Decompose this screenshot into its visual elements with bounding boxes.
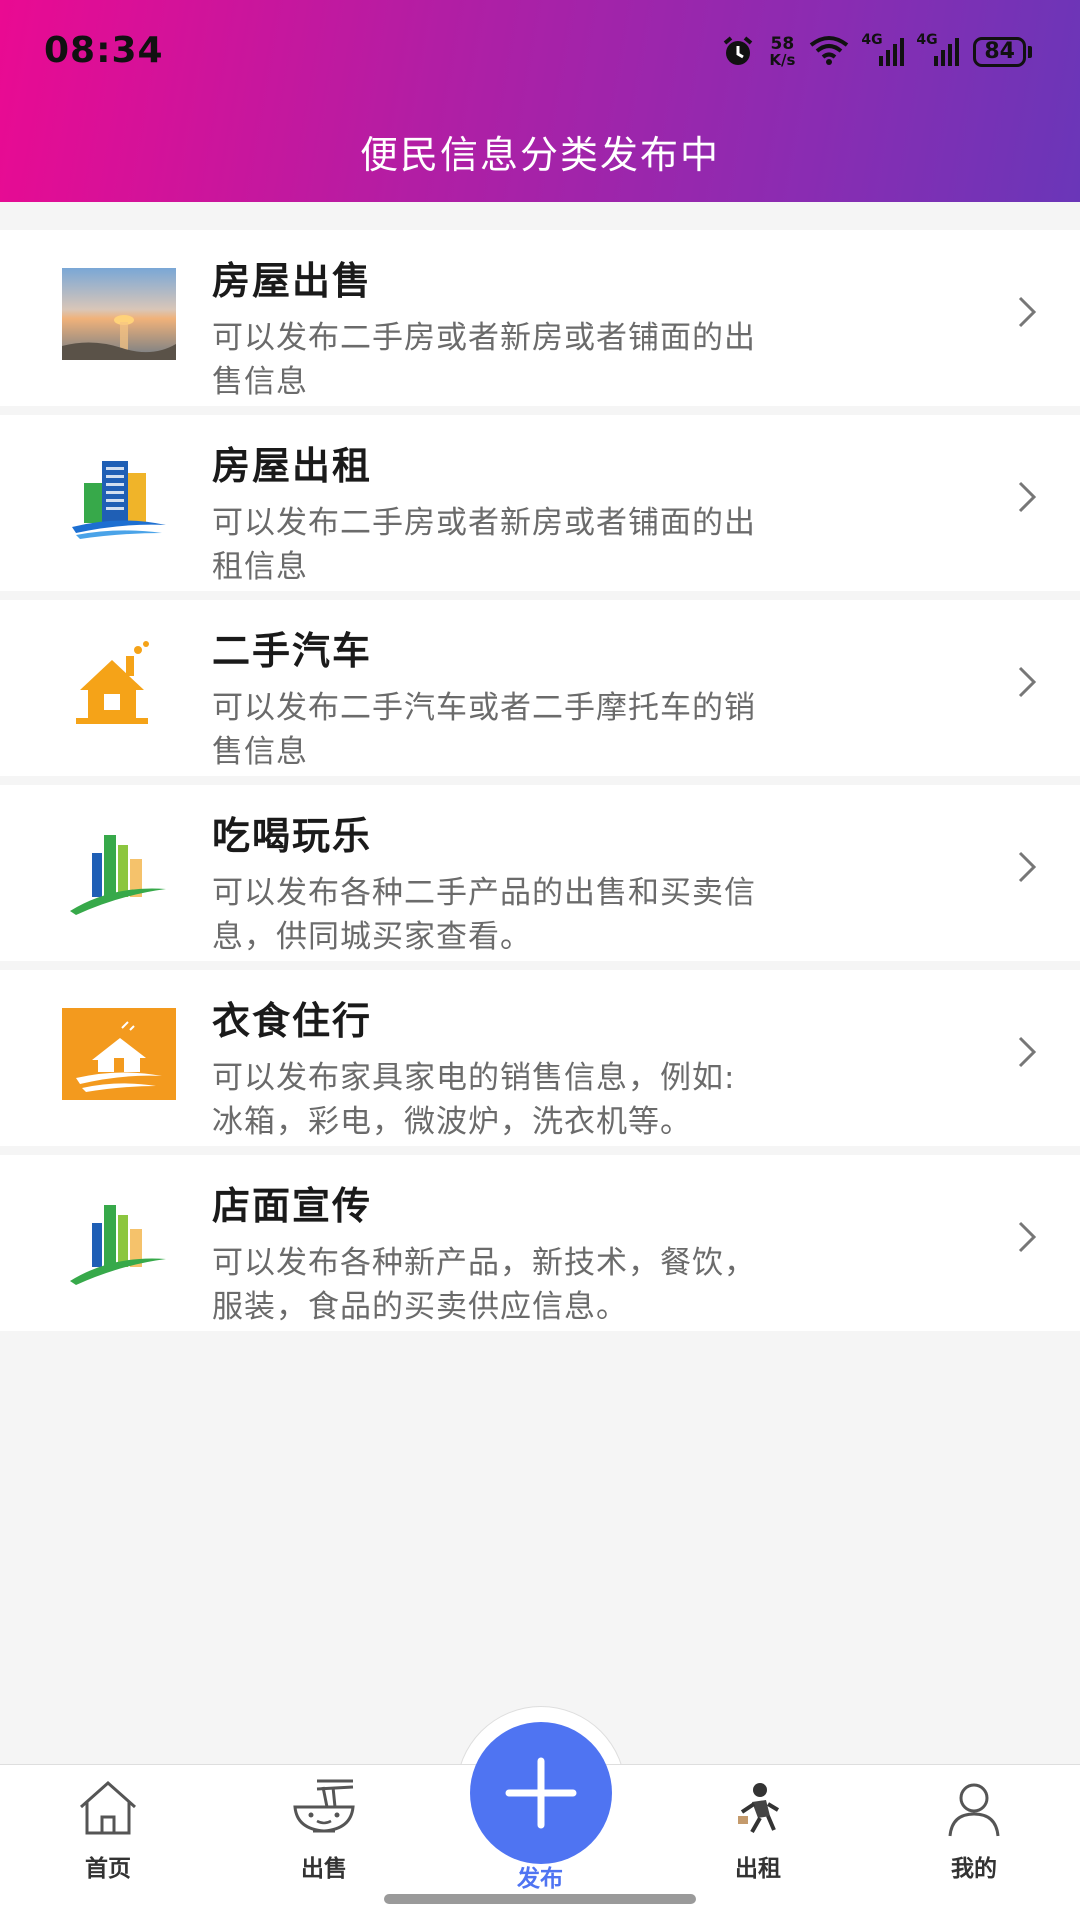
noodle-bowl-icon — [289, 1775, 359, 1841]
chevron-right-icon — [1018, 851, 1037, 883]
bar-logo-icon — [62, 1193, 176, 1285]
category-description-line: 售信息 — [212, 734, 308, 770]
category-title: 二手汽车 — [212, 629, 373, 673]
bar-logo-icon — [62, 823, 176, 915]
cell-signal-2-label: 4G — [916, 32, 938, 48]
status-time: 08:34 — [44, 30, 164, 71]
battery-icon: 84 — [973, 37, 1032, 67]
category-description: 可以发布各种新产品，新技术，餐饮， 服装，食品的买卖供应信息。 — [212, 1241, 912, 1329]
page: 08:34 58 K/s 4G 4G 84 便民信息分类发布中 房屋出售 可以发… — [0, 0, 1080, 1920]
category-description-line: 租信息 — [212, 549, 308, 585]
cell-signal-2: 4G — [916, 32, 960, 66]
chevron-right-icon — [1018, 666, 1037, 698]
nav-publish-label: 发布 — [517, 1866, 563, 1892]
house-icon — [62, 638, 176, 730]
buildings-icon — [62, 453, 176, 545]
category-item-house-sale[interactable]: 房屋出售 可以发布二手房或者新房或者铺面的出 售信息 — [0, 230, 1080, 406]
category-title: 房屋出租 — [212, 444, 373, 488]
status-icons: 58 K/s 4G 4G 84 — [721, 32, 1032, 72]
home-icon — [73, 1775, 143, 1841]
nav-sell[interactable]: 出售 — [254, 1775, 394, 1895]
publish-button[interactable] — [470, 1722, 612, 1864]
category-description-line: 服装，食品的买卖供应信息。 — [212, 1289, 628, 1325]
category-description: 可以发布二手房或者新房或者铺面的出 售信息 — [212, 316, 912, 404]
category-title: 吃喝玩乐 — [212, 814, 373, 858]
category-description: 可以发布二手汽车或者二手摩托车的销 售信息 — [212, 686, 912, 774]
category-description-line: 冰箱，彩电，微波炉，洗衣机等。 — [212, 1104, 692, 1140]
category-description-line: 可以发布各种新产品，新技术，餐饮， — [212, 1245, 756, 1281]
nav-rent-label: 出租 — [735, 1856, 781, 1882]
category-title: 房屋出售 — [212, 259, 373, 303]
category-description: 可以发布各种二手产品的出售和买卖信 息，供同城买家查看。 — [212, 871, 912, 959]
category-item-used-cars[interactable]: 二手汽车 可以发布二手汽车或者二手摩托车的销 售信息 — [0, 600, 1080, 776]
home-indicator[interactable] — [384, 1894, 696, 1904]
plus-icon — [505, 1757, 577, 1829]
category-description-line: 可以发布各种二手产品的出售和买卖信 — [212, 875, 756, 911]
category-title: 衣食住行 — [212, 999, 373, 1043]
category-item-house-rent[interactable]: 房屋出租 可以发布二手房或者新房或者铺面的出 租信息 — [0, 415, 1080, 591]
cell-signal-1: 4G — [861, 32, 905, 66]
category-item-entertainment[interactable]: 吃喝玩乐 可以发布各种二手产品的出售和买卖信 息，供同城买家查看。 — [0, 785, 1080, 961]
chevron-right-icon — [1018, 1221, 1037, 1253]
sunset-photo-icon — [62, 268, 176, 360]
category-description-line: 息，供同城买家查看。 — [212, 919, 532, 955]
category-item-daily-life[interactable]: 衣食住行 可以发布家具家电的销售信息，例如: 冰箱，彩电，微波炉，洗衣机等。 — [0, 970, 1080, 1146]
page-title: 便民信息分类发布中 — [359, 133, 720, 177]
orange-house-icon — [62, 1008, 176, 1100]
cell-signal-1-label: 4G — [861, 32, 883, 48]
category-description-line: 可以发布家具家电的销售信息，例如: — [212, 1060, 736, 1096]
category-item-store-promo[interactable]: 店面宣传 可以发布各种新产品，新技术，餐饮， 服装，食品的买卖供应信息。 — [0, 1155, 1080, 1331]
status-bar: 08:34 58 K/s 4G 4G 84 — [0, 0, 1080, 104]
nav-sell-label: 出售 — [301, 1856, 347, 1882]
battery-level: 84 — [973, 37, 1026, 67]
nav-mine[interactable]: 我的 — [904, 1775, 1044, 1895]
nav-rent[interactable]: 出租 — [688, 1775, 828, 1895]
nav-mine-label: 我的 — [951, 1856, 997, 1882]
alarm-icon — [721, 35, 755, 69]
net-speed: 58 K/s — [769, 36, 795, 68]
nav-home[interactable]: 首页 — [38, 1775, 178, 1895]
category-description-line: 可以发布二手汽车或者二手摩托车的销 — [212, 690, 756, 726]
net-speed-unit: K/s — [769, 51, 796, 69]
nav-home-label: 首页 — [85, 1856, 131, 1882]
user-icon — [939, 1775, 1009, 1841]
category-description: 可以发布二手房或者新房或者铺面的出 租信息 — [212, 501, 912, 589]
header: 08:34 58 K/s 4G 4G 84 便民信息分类发布中 — [0, 0, 1080, 202]
running-person-icon — [723, 1775, 793, 1841]
category-description-line: 售信息 — [212, 364, 308, 400]
chevron-right-icon — [1018, 1036, 1037, 1068]
category-description-line: 可以发布二手房或者新房或者铺面的出 — [212, 505, 756, 541]
category-description-line: 可以发布二手房或者新房或者铺面的出 — [212, 320, 756, 356]
category-title: 店面宣传 — [212, 1184, 373, 1228]
chevron-right-icon — [1018, 481, 1037, 513]
chevron-right-icon — [1018, 296, 1037, 328]
category-description: 可以发布家具家电的销售信息，例如: 冰箱，彩电，微波炉，洗衣机等。 — [212, 1056, 912, 1144]
wifi-icon — [809, 35, 849, 69]
